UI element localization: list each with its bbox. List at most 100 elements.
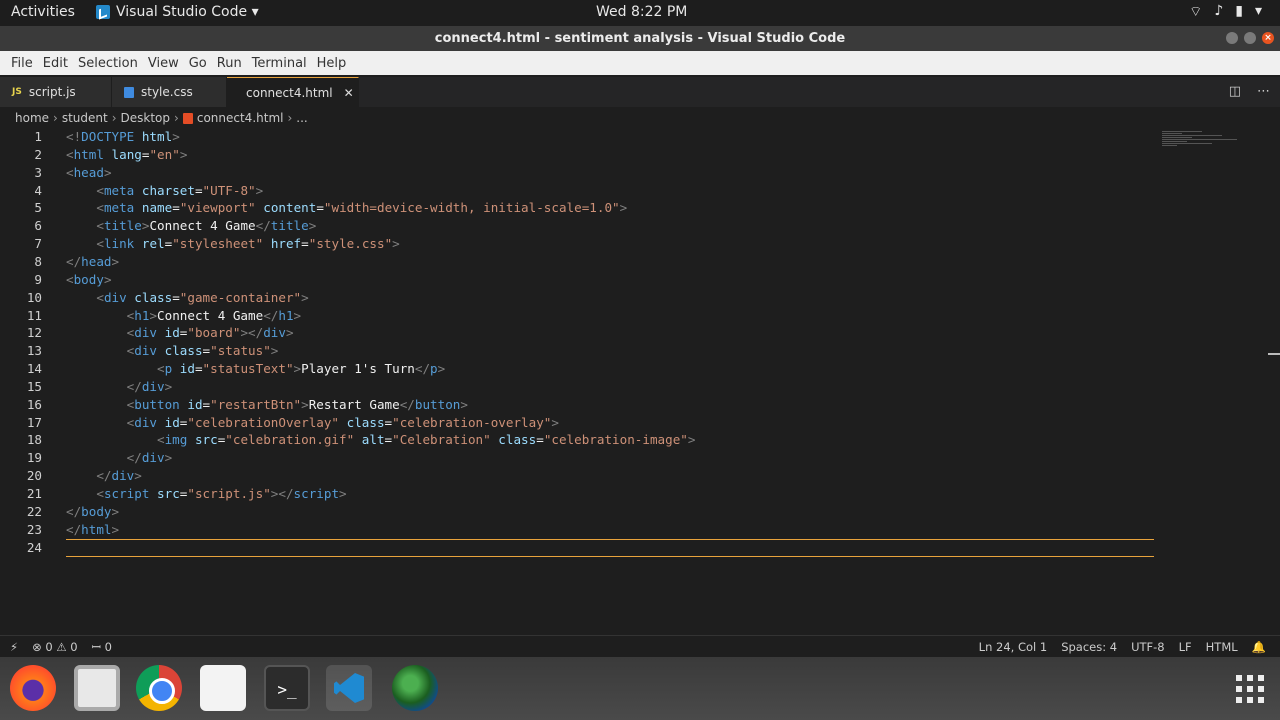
code-token: DOCTYPE — [81, 129, 135, 144]
code-token: < — [96, 182, 104, 198]
code-text: <button id="restartBtn">Restart Game</bu… — [66, 396, 468, 414]
breadcrumb-symbols[interactable]: ... — [296, 111, 307, 125]
code-token: < — [96, 218, 104, 234]
line-number: 22 — [26, 503, 42, 519]
clock[interactable]: Wed 8:22 PM — [596, 4, 687, 20]
globe-app-icon[interactable] — [392, 665, 438, 711]
tab-connect4-html[interactable]: connect4.html ✕ — [227, 77, 359, 107]
menu-go[interactable]: Go — [184, 56, 212, 71]
menu-selection[interactable]: Selection — [73, 56, 143, 71]
indentation[interactable]: Spaces: 4 — [1061, 640, 1117, 654]
menu-terminal[interactable]: Terminal — [247, 56, 312, 71]
html-file-icon — [182, 112, 193, 124]
code-token: html — [73, 146, 104, 162]
split-editor-icon[interactable]: ◫ — [1229, 84, 1241, 99]
code-token: </ — [66, 521, 82, 537]
code-token: div — [263, 325, 286, 341]
line-number: 3 — [34, 164, 42, 180]
code-token: > — [134, 468, 142, 484]
code-token: charset — [141, 182, 195, 198]
firefox-icon[interactable] — [10, 665, 56, 711]
menu-view[interactable]: View — [143, 56, 184, 71]
code-token: < — [157, 361, 165, 377]
code-token: lang — [111, 146, 142, 162]
code-token: "UTF-8" — [202, 182, 256, 198]
menu-bar: File Edit Selection View Go Run Terminal… — [0, 51, 1280, 75]
system-tray[interactable]: ⌔ ♪ ▮ ▾ — [1189, 3, 1262, 21]
breadcrumb-student[interactable]: student — [62, 111, 108, 125]
code-token: id — [187, 396, 203, 412]
line-number: 12 — [26, 325, 42, 341]
code-token: </ — [255, 218, 271, 234]
minimap[interactable] — [1162, 130, 1242, 170]
code-text: <meta name="viewport" content="width=dev… — [66, 199, 627, 217]
code-token: img — [164, 432, 188, 448]
code-token: div — [111, 468, 135, 484]
code-text: <div id="celebrationOverlay" class="cele… — [66, 414, 559, 432]
code-token: h1 — [134, 307, 150, 323]
line-number: 6 — [34, 218, 42, 234]
code-token: "style.css" — [308, 236, 393, 252]
remote-icon[interactable]: ⚡ — [10, 640, 18, 655]
code-token: "restartBtn" — [210, 396, 302, 412]
close-icon[interactable]: ✕ — [344, 86, 354, 100]
problems-indicator[interactable]: ⊗ 0 ⚠ 0 — [32, 640, 78, 655]
encoding[interactable]: UTF-8 — [1131, 640, 1165, 654]
end-of-line[interactable]: LF — [1179, 640, 1192, 654]
line-number: 20 — [26, 468, 42, 484]
maximize-button[interactable] — [1244, 32, 1256, 44]
line-number: 5 — [34, 200, 42, 216]
code-token: > — [308, 218, 317, 234]
minimize-button[interactable] — [1226, 32, 1238, 44]
show-applications-icon[interactable] — [1226, 665, 1272, 711]
code-text: <!DOCTYPE html> — [66, 128, 180, 146]
code-token: class — [164, 343, 203, 359]
code-token: "celebration-overlay" — [392, 414, 552, 430]
chrome-icon[interactable] — [136, 665, 182, 711]
code-editor[interactable]: 1 <!DOCTYPE html> 2 <html lang="en"> 3 <head>… — [0, 128, 1280, 635]
vscode-dock-icon[interactable] — [326, 665, 372, 711]
files-icon[interactable] — [74, 665, 120, 711]
terminal-icon[interactable]: >_ — [264, 665, 310, 711]
code-token: href — [270, 236, 302, 252]
language-mode[interactable]: HTML — [1206, 640, 1238, 654]
editor-tabs: JS script.js style.css connect4.html ✕ ◫… — [0, 77, 1280, 107]
notifications-icon[interactable]: 🔔 — [1252, 640, 1266, 654]
text-editor-icon[interactable] — [200, 665, 246, 711]
code-token: > — [293, 307, 302, 323]
code-token: head — [73, 164, 104, 180]
menu-file[interactable]: File — [6, 56, 38, 71]
code-token: > — [301, 396, 309, 412]
cursor-position[interactable]: Ln 24, Col 1 — [979, 640, 1048, 654]
breadcrumb-file[interactable]: connect4.html — [197, 111, 284, 125]
breadcrumb-desktop[interactable]: Desktop — [121, 111, 171, 125]
more-actions-icon[interactable]: ⋯ — [1257, 84, 1270, 99]
menu-run[interactable]: Run — [212, 56, 247, 71]
code-token: > — [103, 271, 112, 287]
window-title: connect4.html - sentiment analysis - Vis… — [434, 31, 846, 46]
line-number: 8 — [34, 253, 42, 269]
line-number: 9 — [34, 271, 42, 287]
activities-button[interactable]: Activities — [11, 4, 75, 20]
scrollbar[interactable] — [1268, 353, 1280, 355]
code-token: = — [172, 200, 180, 216]
code-token: = — [536, 432, 544, 448]
code-token: "celebration.gif" — [225, 432, 355, 448]
menu-help[interactable]: Help — [312, 56, 352, 71]
line-number: 10 — [26, 289, 42, 305]
ports-indicator[interactable]: ꟷ 0 — [92, 640, 112, 655]
tab-style-css[interactable]: style.css — [112, 77, 227, 107]
tab-script-js[interactable]: JS script.js — [0, 77, 112, 107]
code-token: > — [172, 129, 180, 144]
menu-edit[interactable]: Edit — [38, 56, 73, 71]
close-window-button[interactable]: × — [1262, 32, 1274, 44]
breadcrumb-home[interactable]: home — [15, 111, 49, 125]
code-token: head — [81, 253, 112, 269]
app-menu[interactable]: Visual Studio Code ▾ — [96, 4, 259, 20]
volume-icon: ♪ — [1214, 3, 1224, 19]
